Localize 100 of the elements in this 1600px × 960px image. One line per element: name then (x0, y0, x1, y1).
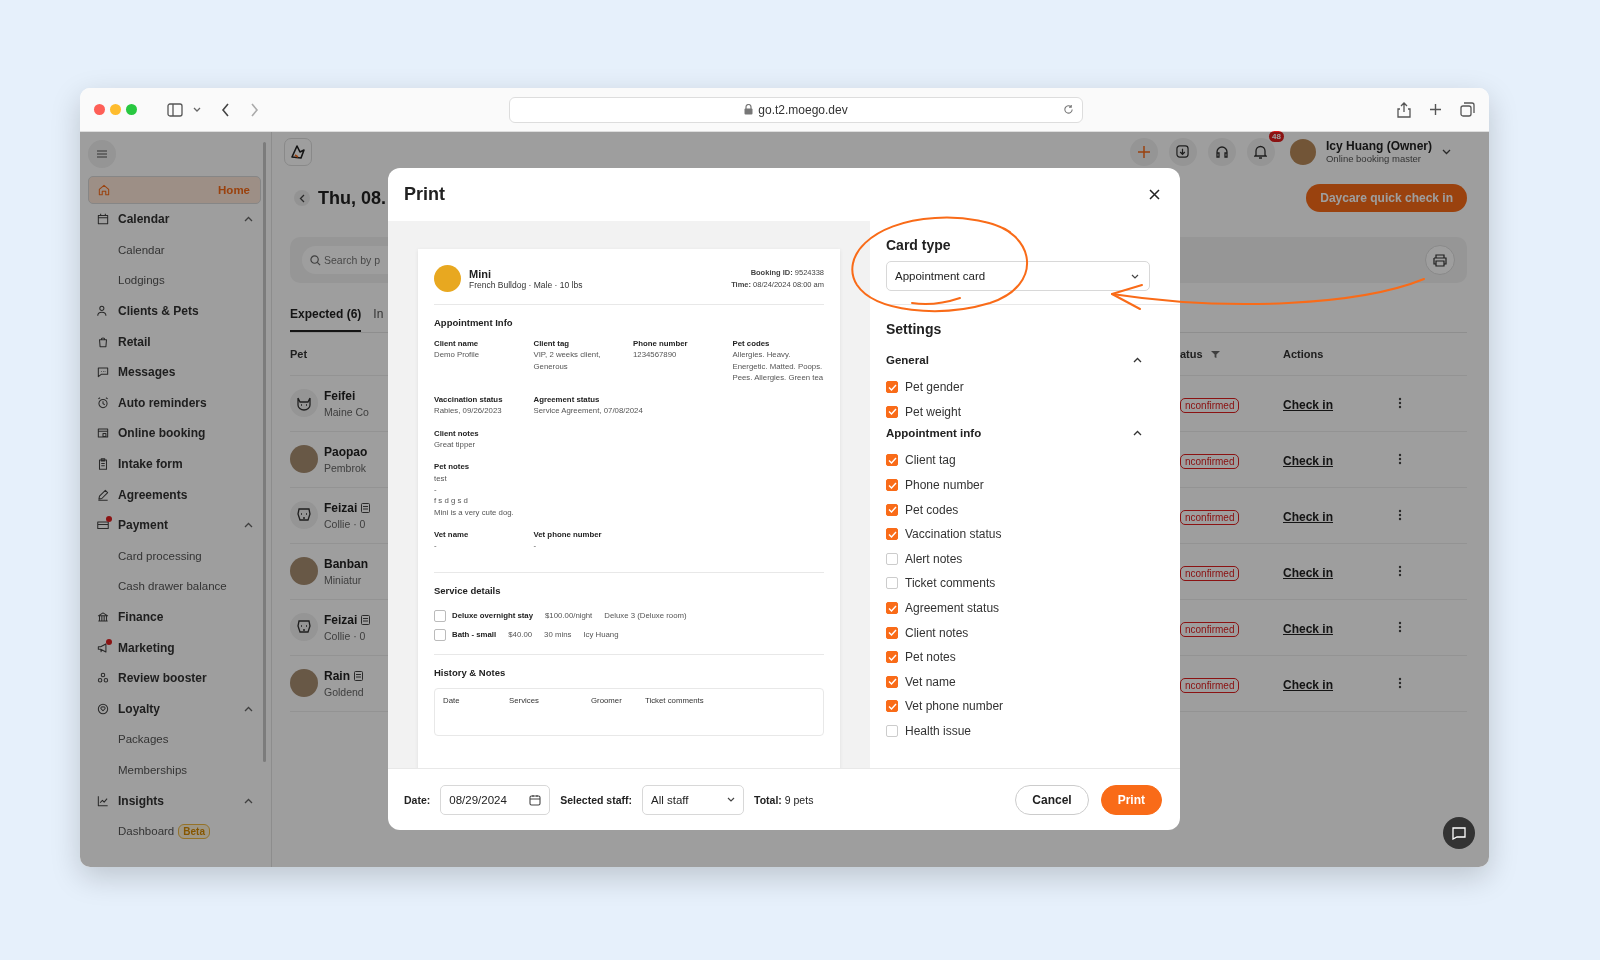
bag-icon (96, 334, 110, 349)
pet-name[interactable]: Banban (324, 556, 368, 573)
share-icon[interactable] (1397, 101, 1411, 118)
checkbox[interactable] (886, 503, 898, 516)
checkbox[interactable] (886, 552, 898, 565)
chart-icon (96, 793, 110, 808)
pet-photo-placeholder (290, 669, 318, 698)
download-button[interactable] (1169, 137, 1197, 166)
avatar-photo-placeholder[interactable] (1290, 138, 1316, 165)
pet-name[interactable]: Feizai (324, 500, 358, 517)
option-label: Alert notes (905, 551, 963, 566)
checkbox[interactable] (886, 651, 898, 664)
checkbox[interactable] (886, 577, 898, 590)
sidebar-item[interactable]: Retail (88, 326, 261, 357)
option-label: Agreement status (905, 601, 1000, 616)
checkbox[interactable] (886, 626, 898, 639)
checkbox[interactable] (434, 609, 446, 622)
reload-icon[interactable] (1063, 104, 1074, 115)
date-field[interactable]: 08/29/2024 (440, 784, 551, 815)
checkbox[interactable] (886, 528, 898, 541)
menu-button[interactable] (88, 140, 116, 168)
more-icon[interactable] (1398, 620, 1402, 633)
print-button[interactable] (1425, 245, 1455, 275)
add-button[interactable] (1130, 137, 1158, 166)
checkbox[interactable] (886, 381, 898, 394)
sidebar-item[interactable]: Payment (88, 509, 261, 541)
back-icon[interactable] (221, 102, 230, 117)
check-in-link[interactable]: Check in (1283, 397, 1333, 412)
tab[interactable]: In (373, 301, 384, 332)
pet-name[interactable]: Feizai (324, 612, 358, 629)
cancel-button[interactable]: Cancel (1015, 784, 1089, 815)
check-in-link[interactable]: Check in (1283, 565, 1333, 580)
tabs-icon[interactable] (1460, 102, 1475, 117)
plus-icon[interactable] (1429, 103, 1442, 116)
search-icon (310, 254, 321, 266)
sidebar-subitem[interactable]: Lodgings (118, 274, 165, 287)
logo-icon (290, 143, 306, 160)
chevron-up-icon[interactable] (1133, 430, 1142, 437)
support-button[interactable] (1208, 137, 1236, 166)
more-icon[interactable] (1398, 564, 1402, 577)
option-label: Pet gender (905, 380, 964, 395)
pet-name[interactable]: Paopao (324, 444, 368, 461)
sidebar-item[interactable]: Clients & Pets (88, 295, 261, 327)
sidebar-item[interactable]: Insights (88, 785, 261, 816)
sidebar-item[interactable]: Agreements (88, 479, 261, 510)
checkbox[interactable] (886, 700, 898, 713)
check-in-link[interactable]: Check in (1283, 509, 1333, 524)
check-in-link[interactable]: Check in (1283, 621, 1333, 636)
filter-icon[interactable] (1210, 349, 1220, 359)
close-icon[interactable] (1149, 189, 1160, 200)
sidebar-item[interactable]: Loyalty (88, 693, 261, 725)
check-in-link[interactable]: Check in (1283, 453, 1333, 468)
checkbox[interactable] (886, 675, 898, 688)
checkbox[interactable] (886, 725, 898, 737)
sidebar-item[interactable]: Intake form (88, 448, 261, 480)
sidebar-subitem[interactable]: Packages (118, 733, 169, 746)
check-in-link[interactable]: Check in (1283, 677, 1333, 692)
sidebar-item[interactable]: Review booster (88, 662, 261, 694)
checkbox[interactable] (886, 479, 898, 492)
checkbox[interactable] (434, 628, 446, 641)
card-type-select[interactable]: Appointment card (886, 261, 1150, 291)
previous-day-button[interactable] (294, 190, 310, 206)
chevron-down-icon[interactable] (193, 106, 201, 113)
maximize-window-button[interactable] (126, 104, 137, 115)
pet-name[interactable]: Feifei (324, 388, 356, 405)
address-bar[interactable]: go.t2.moego.dev (509, 96, 1083, 123)
sidebar-item[interactable]: Finance (88, 601, 261, 633)
more-icon[interactable] (1398, 452, 1402, 465)
checkbox[interactable] (886, 454, 898, 467)
sidebar-item[interactable]: Marketing (88, 632, 261, 663)
more-icon[interactable] (1398, 676, 1402, 689)
chevron-up-icon[interactable] (1133, 357, 1142, 363)
checkbox[interactable] (886, 602, 898, 615)
scrollbar[interactable] (263, 142, 266, 762)
app-logo[interactable] (284, 137, 312, 166)
chat-icon (1452, 826, 1466, 840)
sidebar-item[interactable]: Auto reminders (88, 387, 261, 419)
more-icon[interactable] (1398, 396, 1402, 409)
sidebar-item[interactable]: Online booking (88, 418, 261, 449)
chevron-left-icon (299, 193, 305, 203)
more-icon[interactable] (1398, 508, 1402, 521)
option-label: Pet codes (905, 502, 959, 517)
checkbox[interactable] (886, 405, 898, 418)
notifications-button[interactable] (1247, 137, 1275, 166)
sidebar-subitem[interactable]: Memberships (118, 764, 188, 776)
staff-select[interactable]: All staff (642, 784, 745, 815)
sidebar-item[interactable]: Calendar (88, 204, 261, 235)
chevron-down-icon[interactable] (1442, 148, 1451, 155)
tab[interactable]: Expected (6) (290, 301, 362, 332)
sidebar-subitem[interactable]: Card processing (118, 549, 202, 562)
forward-icon[interactable] (250, 102, 259, 117)
sidebar-item[interactable]: Messages (88, 356, 261, 388)
chat-icon (96, 365, 110, 380)
close-window-button[interactable] (94, 104, 105, 115)
sidebar-subitem[interactable]: Calendar (118, 243, 165, 256)
sidebar-subitem[interactable]: Dashboard (118, 825, 175, 838)
dog-avatar-icon (290, 613, 318, 642)
pet-name[interactable]: Rain (324, 668, 350, 685)
sidebar-toggle-icon[interactable] (167, 102, 183, 117)
sidebar-subitem[interactable]: Cash drawer balance (118, 580, 227, 593)
